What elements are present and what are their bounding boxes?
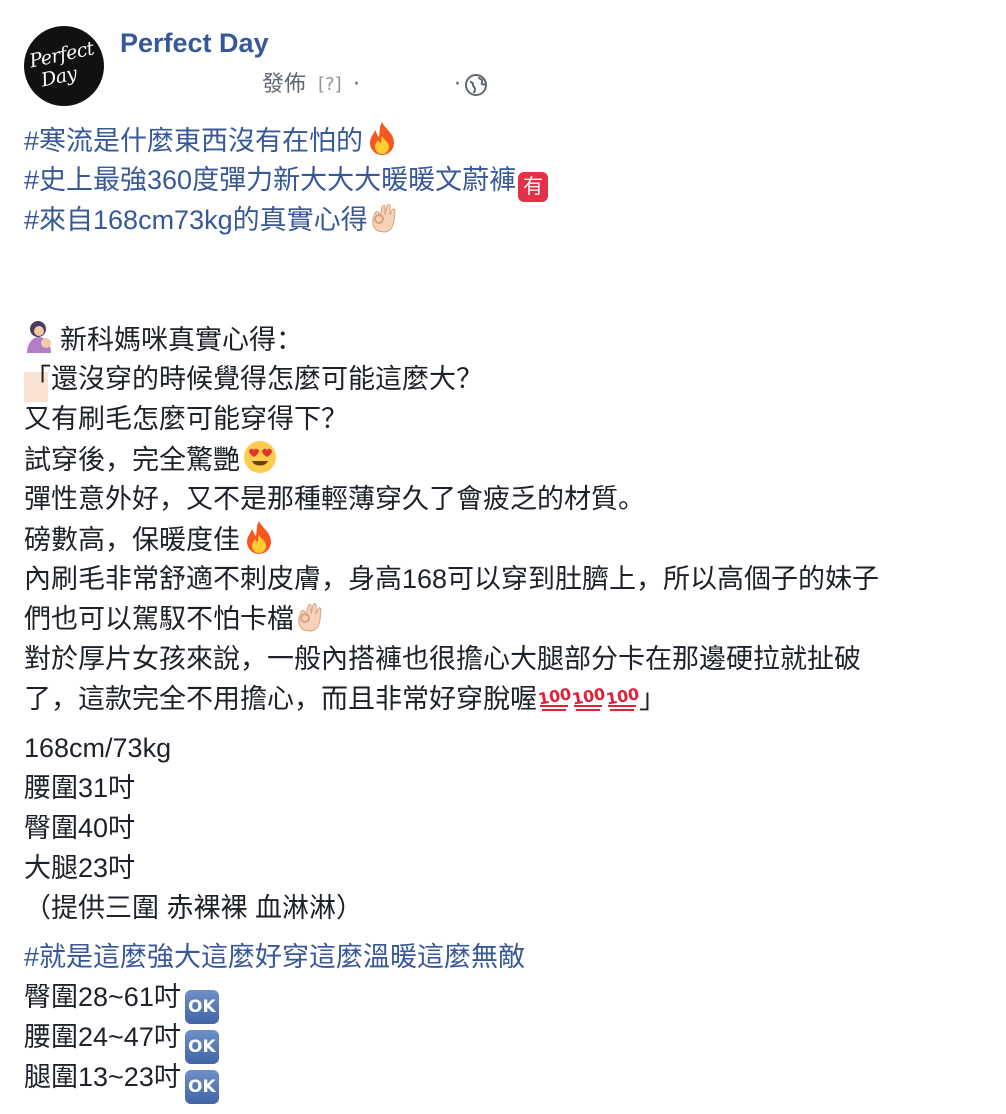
svg-text:100: 100 — [571, 684, 605, 709]
hashtag-text[interactable]: #史上最強360度彈力新大大大暖暖文蔚褲 — [24, 165, 516, 195]
text-line: 臀圍40吋 — [24, 808, 994, 848]
post-meta: 發佈 [?] · · — [120, 70, 540, 100]
ok-hand-icon — [371, 204, 396, 233]
meta-separator: · — [353, 72, 360, 97]
quote-text: 試穿後，完全驚艷 — [24, 445, 240, 475]
size-text: 腿圍13~23吋 — [24, 1062, 181, 1092]
text-line: 彈性意外好，又不是那種輕薄穿久了會疲乏的材質。 — [24, 479, 994, 519]
text-line: 內刷毛非常舒適不刺皮膚，身高168可以穿到肚臍上，所以高個子的妹子 — [24, 559, 994, 599]
published-label: 發佈 — [262, 72, 307, 97]
ok-button-icon: OK — [184, 1070, 219, 1104]
svg-text:100: 100 — [537, 684, 571, 709]
ok-hand-icon — [298, 603, 322, 632]
hashtag-line[interactable]: #寒流是什麼東西沒有在怕的 — [24, 120, 994, 160]
quote-text: 了，這款完全不用擔心，而且非常好穿脫喔 — [24, 684, 537, 714]
stats-text: 腰圍31吋 — [24, 773, 136, 803]
text-line: 磅數高，保暖度佳 — [24, 519, 994, 559]
stats-text: 168cm/73kg — [24, 733, 172, 763]
mother-nursing-icon — [27, 321, 51, 353]
quote-text: 對於厚片女孩來說，一般內搭褲也很擔心大腿部分卡在那邊硬拉就扯破 — [24, 644, 861, 674]
heart-eyes-icon — [244, 441, 276, 473]
text-line: 們也可以駕馭不怕卡檔 — [24, 599, 994, 639]
hundred-icon: 100 — [571, 684, 605, 711]
quote-text: 「還沒穿的時候覺得怎麼可能這麼大？ — [24, 364, 483, 394]
text-line: 新科媽咪真實心得： — [24, 319, 994, 359]
intro-text: 新科媽咪真實心得： — [60, 325, 303, 355]
svg-text:100: 100 — [605, 684, 639, 709]
quote-text: 又有刷毛怎麼可能穿得下？ — [24, 404, 348, 434]
meta-separator: · — [454, 72, 461, 97]
post-header: Perfect Day Perfect Day 發佈 [?] · · — [0, 0, 1006, 112]
size-text: 腰圍24~47吋 — [24, 1022, 181, 1052]
hashtag-line[interactable]: #來自168cm73kg的真實心得 — [24, 200, 994, 240]
text-line: 腰圍24~47吋 OK — [24, 1017, 994, 1064]
you-badge-icon: 有 — [518, 172, 549, 202]
hundred-icon: 100 — [537, 684, 571, 711]
fire-icon — [370, 122, 395, 155]
text-line: 臀圍28~61吋 OK — [24, 977, 994, 1024]
redacted-timestamp — [120, 70, 256, 100]
text-line: 腰圍31吋 — [24, 768, 994, 808]
text-line: 了，這款完全不用擔心，而且非常好穿脫喔 100 100 100」 — [24, 679, 994, 719]
avatar[interactable]: Perfect Day — [24, 26, 104, 106]
hashtag-text[interactable]: #來自168cm73kg的真實心得 — [24, 205, 368, 235]
stats-text: （提供三圍 赤裸裸 血淋淋） — [24, 893, 364, 923]
text-line: 對於厚片女孩來說，一般內搭褲也很擔心大腿部分卡在那邊硬拉就扯破 — [24, 639, 994, 679]
hashtag-line[interactable]: #史上最強360度彈力新大大大暖暖文蔚褲有 — [24, 160, 994, 202]
text-line: 試穿後，完全驚艷 — [24, 439, 994, 479]
text-line: 腿圍13~23吋 OK — [24, 1057, 994, 1104]
text-line: 168cm/73kg — [24, 728, 994, 768]
hashtag-line[interactable]: #就是這麼強大這麼好穿這麼溫暖這麼無敵 — [24, 937, 994, 977]
hundred-icon: 100 — [605, 684, 639, 711]
quote-text: 們也可以駕馭不怕卡檔 — [24, 604, 294, 634]
globe-icon[interactable] — [464, 73, 488, 97]
stats-text: 大腿23吋 — [24, 853, 136, 883]
hashtag-text[interactable]: #寒流是什麼東西沒有在怕的 — [24, 126, 363, 156]
quote-text: 彈性意外好，又不是那種輕薄穿久了會疲乏的材質。 — [24, 484, 645, 514]
help-link[interactable]: [?] — [318, 70, 342, 100]
text-line: （提供三圍 赤裸裸 血淋淋） — [24, 888, 994, 928]
post-body: #寒流是什麼東西沒有在怕的 #史上最強360度彈力新大大大暖暖文蔚褲有 #來自1… — [24, 120, 994, 1104]
size-text: 臀圍28~61吋 — [24, 982, 181, 1012]
text-line: 又有刷毛怎麼可能穿得下？ — [24, 399, 994, 439]
quote-close: 」 — [639, 684, 666, 714]
stats-text: 臀圍40吋 — [24, 813, 136, 843]
quote-text: 內刷毛非常舒適不刺皮膚，身高168可以穿到肚臍上，所以高個子的妹子 — [24, 564, 880, 594]
hashtag-text[interactable]: #就是這麼強大這麼好穿這麼溫暖這麼無敵 — [24, 942, 525, 972]
redacted-location — [365, 70, 455, 100]
fire-icon — [247, 521, 271, 554]
text-line: 「還沒穿的時候覺得怎麼可能這麼大？ — [24, 359, 994, 402]
text-line: 大腿23吋 — [24, 848, 994, 888]
page-name-link[interactable]: Perfect Day — [120, 28, 269, 59]
quote-text: 磅數高，保暖度佳 — [24, 525, 240, 555]
